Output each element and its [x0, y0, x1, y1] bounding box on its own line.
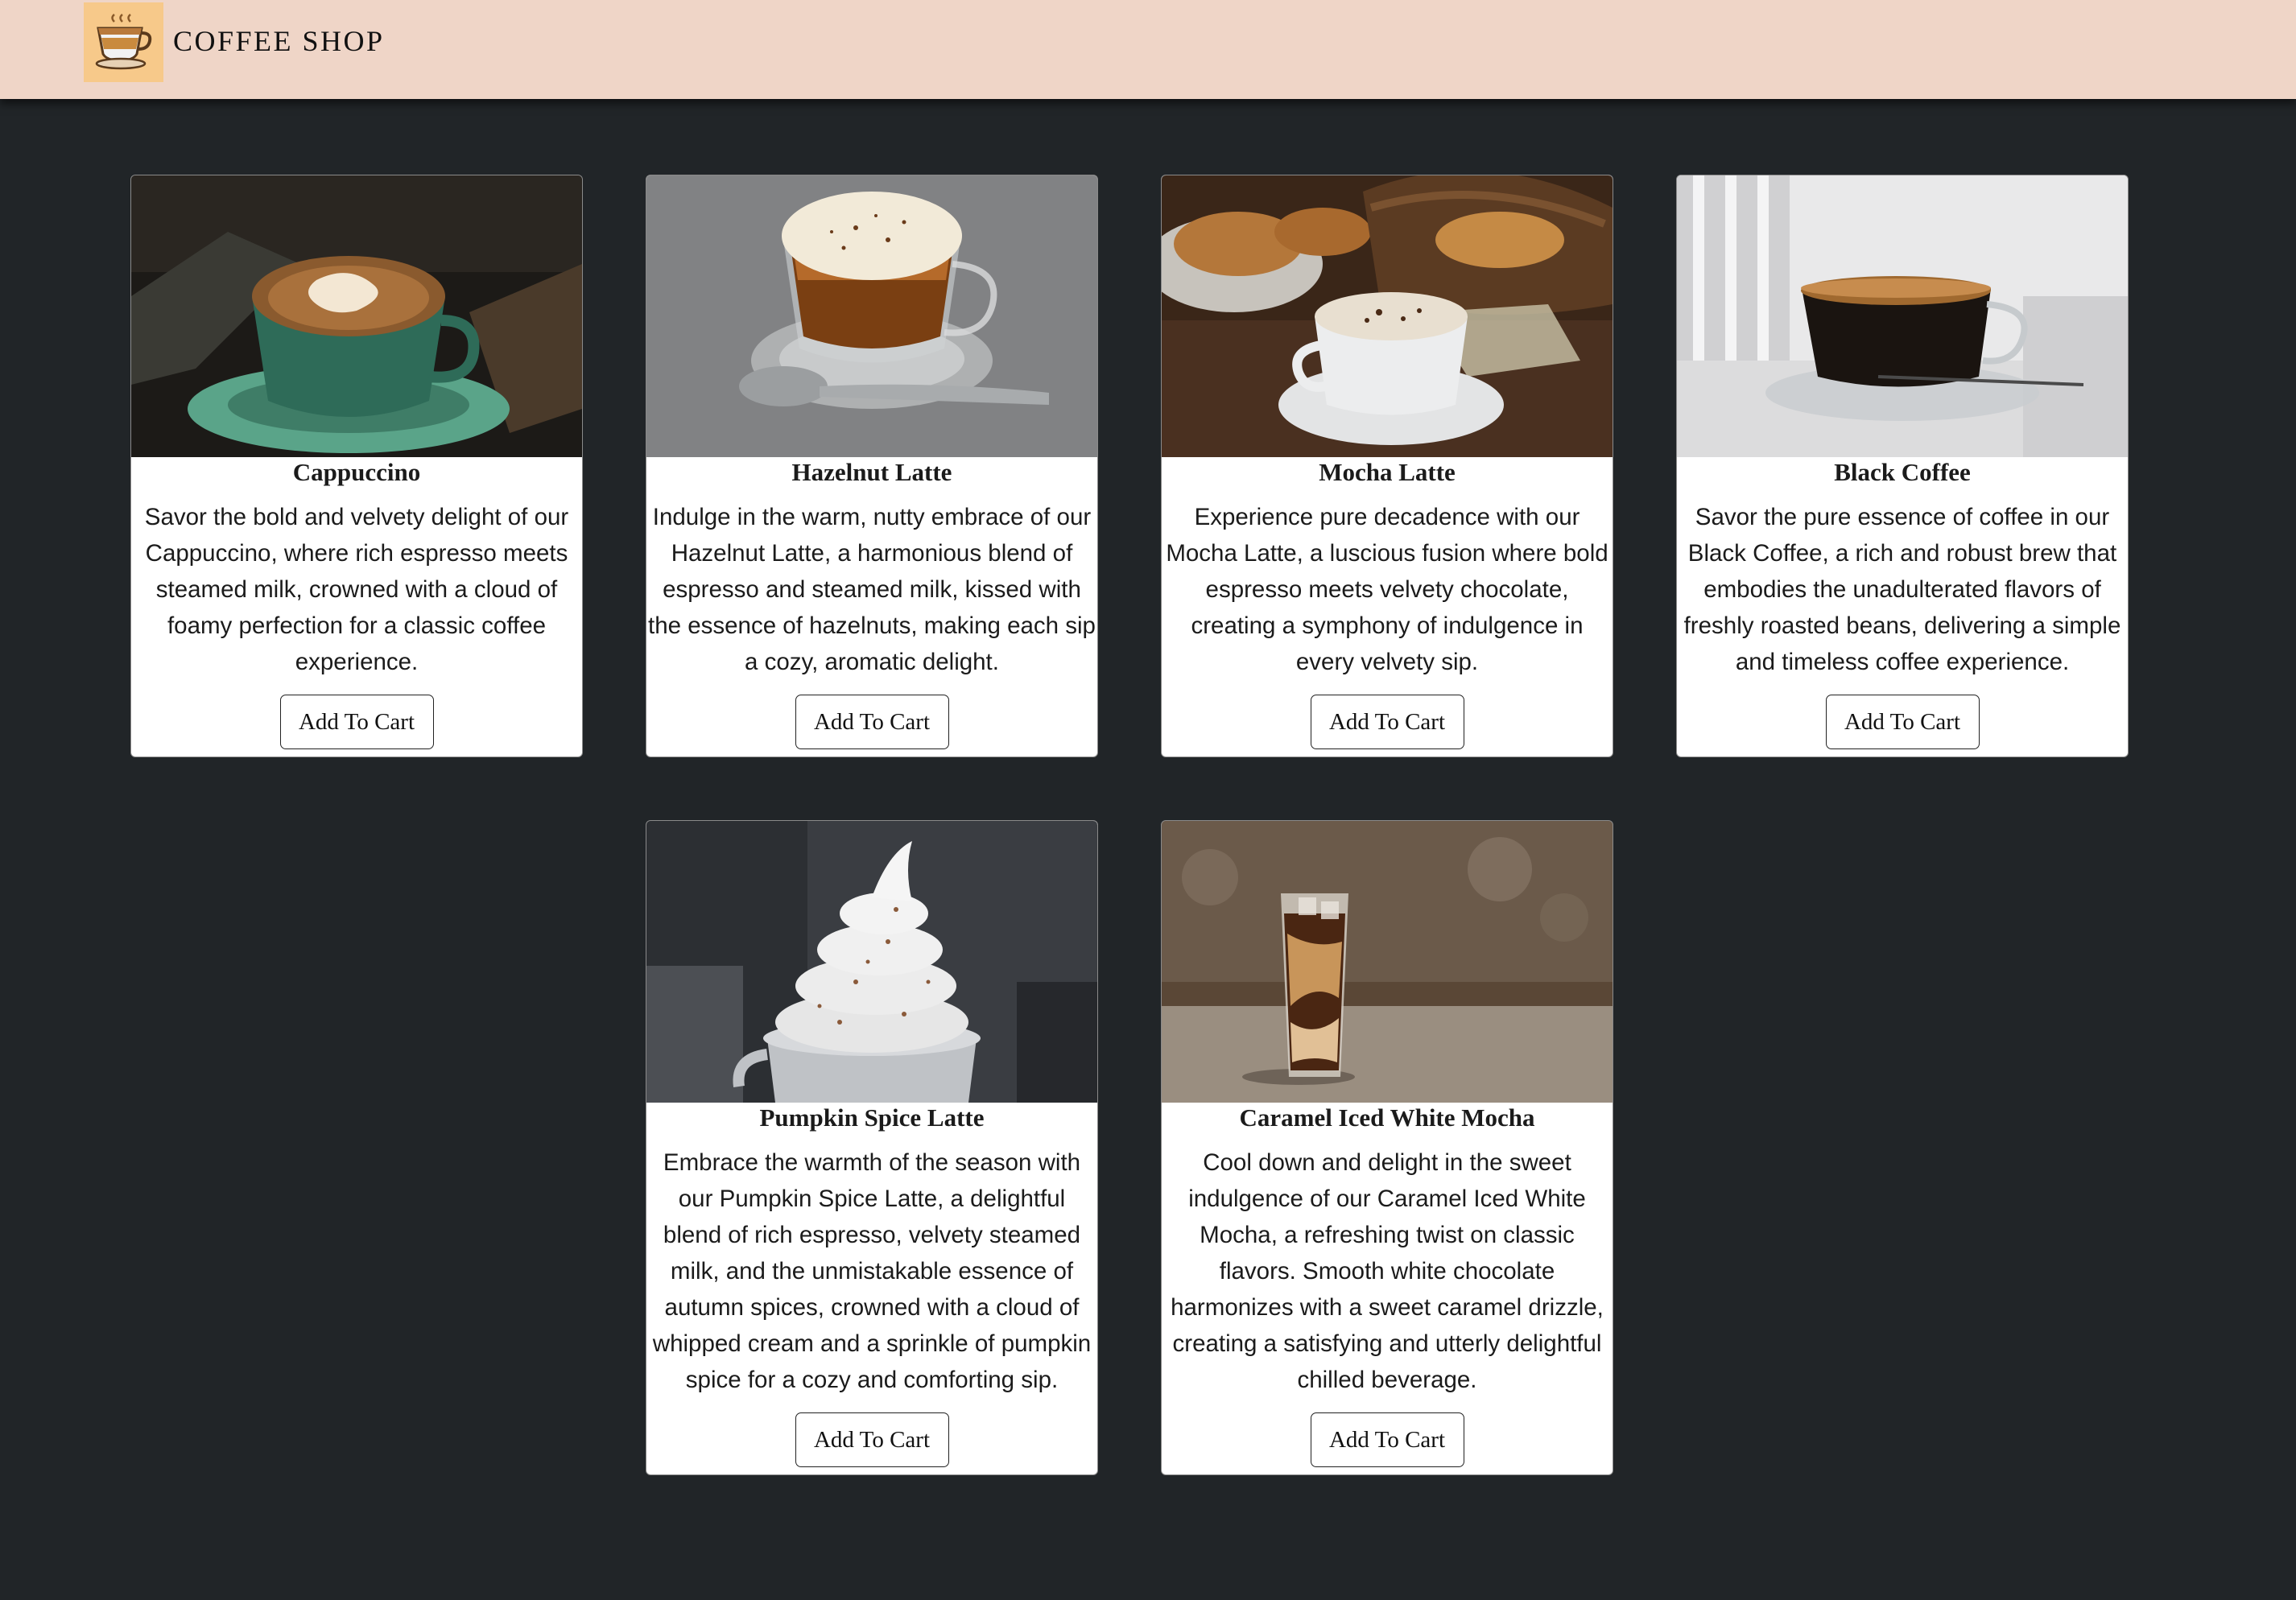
product-card: Mocha Latte Experience pure decadence wi… [1161, 175, 1613, 757]
brand-title: COFFEE SHOP [173, 25, 385, 57]
add-to-cart-button[interactable]: Add To Cart [1310, 695, 1464, 749]
product-description: Cool down and delight in the sweet indul… [1171, 1149, 1604, 1393]
product-card: Cappuccino Savor the bold and velvety de… [130, 175, 583, 757]
add-to-cart-button[interactable]: Add To Cart [795, 1412, 949, 1467]
product-image [1162, 821, 1613, 1103]
product-name: Pumpkin Spice Latte [759, 1103, 985, 1132]
product-name: Mocha Latte [1319, 458, 1456, 486]
product-image [131, 175, 582, 457]
product-card: Hazelnut Latte Indulge in the warm, nutt… [646, 175, 1098, 757]
product-image [646, 821, 1097, 1103]
product-description: Embrace the warmth of the season with ou… [652, 1149, 1092, 1393]
product-description: Savor the pure essence of coffee in our … [1683, 504, 2121, 675]
add-to-cart-button[interactable]: Add To Cart [795, 695, 949, 749]
product-description: Experience pure decadence with our Mocha… [1166, 504, 1608, 675]
product-image [1677, 175, 2128, 457]
product-name: Caramel Iced White Mocha [1239, 1103, 1535, 1132]
product-image [1162, 175, 1613, 457]
product-description: Indulge in the warm, nutty embrace of ou… [648, 504, 1096, 675]
add-to-cart-button[interactable]: Add To Cart [279, 695, 434, 749]
add-to-cart-button[interactable]: Add To Cart [1825, 695, 1980, 749]
product-card: Caramel Iced White Mocha Cool down and d… [1161, 820, 1613, 1475]
product-card: Pumpkin Spice Latte Embrace the warmth o… [646, 820, 1098, 1475]
product-image [646, 175, 1097, 457]
product-card: Black Coffee Savor the pure essence of c… [1676, 175, 2129, 757]
product-description: Savor the bold and velvety delight of ou… [144, 504, 569, 675]
logo[interactable] [84, 2, 163, 82]
product-name: Black Coffee [1834, 458, 1971, 486]
product-name: Cappuccino [292, 458, 421, 486]
product-name: Hazelnut Latte [791, 458, 952, 486]
add-to-cart-button[interactable]: Add To Cart [1310, 1412, 1464, 1467]
coffee-cup-icon [95, 14, 152, 70]
top-header: COFFEE SHOP [0, 0, 2296, 99]
